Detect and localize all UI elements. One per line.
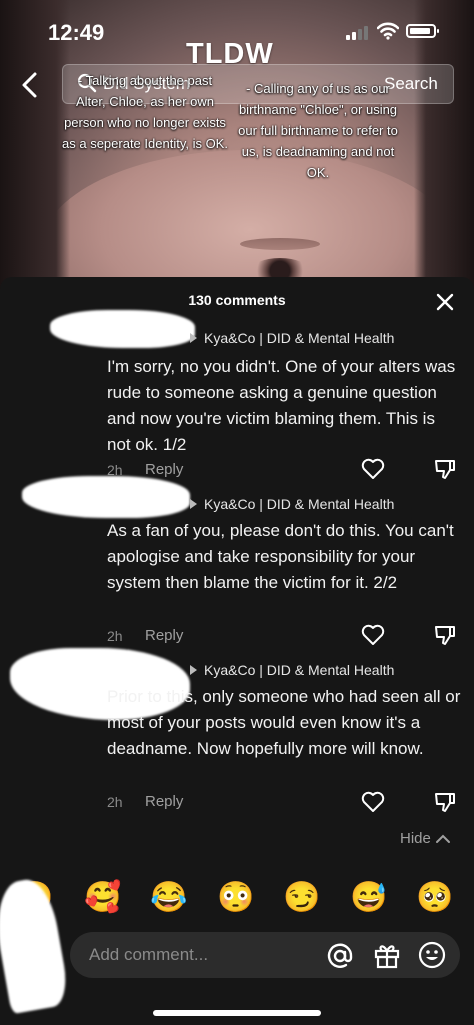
battery-icon (406, 24, 439, 38)
comment-text: Prior to this, only someone who had seen… (107, 687, 461, 758)
heart-icon[interactable] (361, 458, 385, 480)
redacted-username (22, 476, 190, 518)
heart-icon[interactable] (361, 791, 385, 813)
emoji-sweat-smile[interactable]: 😅 (349, 878, 389, 918)
home-indicator[interactable] (153, 1010, 321, 1016)
comment-time: 2h (107, 794, 123, 810)
reply-to-label[interactable]: Kya&Co | DID & Mental Health (190, 330, 394, 346)
comment-text: As a fan of you, please don't do this. Y… (107, 521, 454, 592)
at-icon[interactable] (326, 942, 354, 970)
reply-button[interactable]: Reply (145, 461, 183, 478)
reply-arrow-icon (190, 665, 197, 675)
gift-icon[interactable] (373, 941, 401, 969)
video-caption-left: - Talking about the past Alter, Chloe, a… (62, 73, 228, 151)
reply-button[interactable]: Reply (145, 627, 183, 644)
emoji-pleading[interactable]: 🥺 (415, 878, 455, 918)
thumbs-down-icon[interactable] (433, 458, 457, 480)
reply-to-label[interactable]: Kya&Co | DID & Mental Health (190, 662, 394, 678)
emoji-smirk[interactable]: 😏 (282, 878, 322, 918)
video-caption-right: - Calling any of us as our birthname "Ch… (238, 81, 398, 180)
thumbs-down-icon[interactable] (433, 791, 457, 813)
hide-replies-button[interactable]: Hide (400, 830, 431, 847)
close-icon[interactable] (434, 291, 456, 313)
wifi-icon (377, 22, 399, 40)
comments-count: 130 comments (188, 292, 286, 308)
emoji-quick-bar: 😁 🥰 😂 😳 😏 😅 🥺 (0, 878, 474, 918)
comment-text: I'm sorry, no you didn't. One of your al… (107, 357, 456, 454)
reply-to-label[interactable]: Kya&Co | DID & Mental Health (190, 496, 394, 512)
reply-arrow-icon (190, 333, 197, 343)
redacted-username (50, 310, 195, 348)
heart-icon[interactable] (361, 624, 385, 646)
cellular-signal-icon (346, 26, 368, 40)
chevron-up-icon[interactable] (435, 833, 451, 845)
reply-arrow-icon (190, 499, 197, 509)
status-time: 12:49 (48, 20, 105, 45)
smile-icon[interactable] (418, 941, 446, 969)
video-eyebrow (240, 238, 320, 250)
reply-button[interactable]: Reply (145, 793, 183, 810)
add-comment-placeholder[interactable]: Add comment... (89, 945, 208, 965)
emoji-hearts[interactable]: 🥰 (83, 878, 123, 918)
emoji-joy[interactable]: 😂 (149, 878, 189, 918)
comment-time: 2h (107, 628, 123, 644)
chevron-left-icon[interactable] (18, 70, 42, 100)
thumbs-down-icon[interactable] (433, 624, 457, 646)
emoji-flushed[interactable]: 😳 (216, 878, 256, 918)
